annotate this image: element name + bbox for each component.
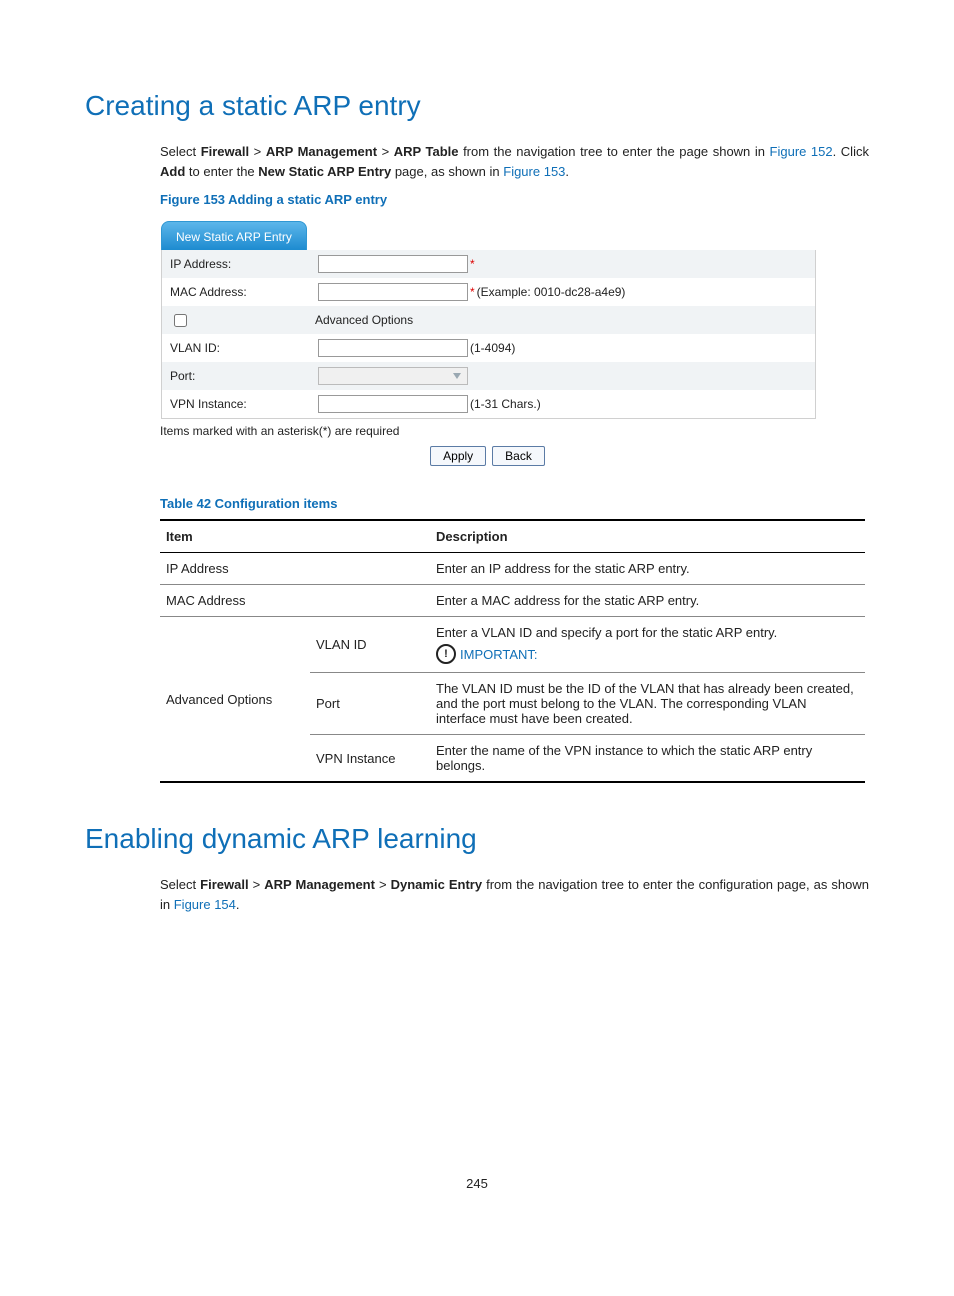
figure-153-link[interactable]: Figure 153	[503, 164, 565, 179]
intro-paragraph-2: Select Firewall > ARP Management > Dynam…	[160, 875, 869, 915]
new-entry-label: New Static ARP Entry	[258, 164, 391, 179]
text: . Click	[833, 144, 869, 159]
text: from the navigation tree to enter the pa…	[459, 144, 770, 159]
row-vlan-item: VLAN ID	[310, 617, 430, 673]
text: .	[236, 897, 240, 912]
row-vlan-desc: Enter a VLAN ID and specify a port for t…	[430, 617, 865, 673]
chevron-down-icon	[453, 373, 461, 379]
text: >	[249, 144, 266, 159]
row-mac-desc: Enter a MAC address for the static ARP e…	[430, 585, 865, 617]
row-vpn-item: VPN Instance	[310, 735, 430, 783]
arp-mgmt-crumb: ARP Management	[264, 877, 375, 892]
advanced-options-checkbox[interactable]	[174, 314, 187, 327]
table-42-caption: Table 42 Configuration items	[160, 496, 869, 511]
ip-address-input[interactable]	[318, 255, 468, 273]
col-header-desc: Description	[430, 520, 865, 553]
text: .	[565, 164, 569, 179]
text: Select	[160, 877, 200, 892]
text: >	[377, 144, 394, 159]
arp-table-crumb: ARP Table	[394, 144, 459, 159]
arp-form-screenshot: New Static ARP Entry IP Address: * MAC A…	[160, 213, 817, 420]
important-icon: !	[436, 644, 456, 664]
advanced-options-label: Advanced Options	[315, 313, 413, 327]
mac-address-input[interactable]	[318, 283, 468, 301]
vlan-id-input[interactable]	[318, 339, 468, 357]
mac-hint: (Example: 0010-dc28-a4e9)	[477, 285, 626, 299]
row-advanced-options: Advanced Options	[160, 617, 310, 783]
section-heading-creating: Creating a static ARP entry	[85, 90, 869, 122]
section-heading-enabling: Enabling dynamic ARP learning	[85, 823, 869, 855]
text: >	[375, 877, 391, 892]
figure-154-link[interactable]: Figure 154	[174, 897, 236, 912]
form-tab: New Static ARP Entry	[161, 221, 307, 250]
required-star: *	[470, 285, 475, 299]
text: >	[249, 877, 265, 892]
col-header-item: Item	[160, 520, 430, 553]
row-ip-desc: Enter an IP address for the static ARP e…	[430, 553, 865, 585]
add-label: Add	[160, 164, 185, 179]
vpn-instance-label: VPN Instance:	[170, 397, 318, 411]
row-port-item: Port	[310, 673, 430, 735]
vlan-id-label: VLAN ID:	[170, 341, 318, 355]
back-button[interactable]: Back	[492, 446, 545, 466]
dynamic-entry-crumb: Dynamic Entry	[391, 877, 482, 892]
ip-address-label: IP Address:	[170, 257, 318, 271]
vpn-instance-input[interactable]	[318, 395, 468, 413]
row-ip-item: IP Address	[160, 553, 430, 585]
required-star: *	[470, 257, 475, 271]
figure-152-link[interactable]: Figure 152	[770, 144, 833, 159]
row-port-desc: The VLAN ID must be the ID of the VLAN t…	[430, 673, 865, 735]
vlan-hint: (1-4094)	[470, 341, 515, 355]
arp-mgmt-crumb: ARP Management	[266, 144, 377, 159]
page-number: 245	[85, 1176, 869, 1191]
vlan-desc-text: Enter a VLAN ID and specify a port for t…	[436, 625, 859, 640]
intro-paragraph-1: Select Firewall > ARP Management > ARP T…	[160, 142, 869, 182]
firewall-crumb: Firewall	[200, 877, 248, 892]
firewall-crumb: Firewall	[201, 144, 249, 159]
config-items-table: Item Description IP Address Enter an IP …	[160, 519, 865, 783]
vpn-hint: (1-31 Chars.)	[470, 397, 541, 411]
figure-153-caption: Figure 153 Adding a static ARP entry	[160, 192, 869, 207]
port-label: Port:	[170, 369, 318, 383]
required-note: Items marked with an asterisk(*) are req…	[160, 424, 869, 438]
apply-button[interactable]: Apply	[430, 446, 486, 466]
mac-address-label: MAC Address:	[170, 285, 318, 299]
important-label: IMPORTANT:	[460, 647, 538, 662]
text: Select	[160, 144, 201, 159]
port-select[interactable]	[318, 367, 468, 385]
text: to enter the	[185, 164, 258, 179]
row-vpn-desc: Enter the name of the VPN instance to wh…	[430, 735, 865, 783]
text: page, as shown in	[391, 164, 503, 179]
row-mac-item: MAC Address	[160, 585, 430, 617]
